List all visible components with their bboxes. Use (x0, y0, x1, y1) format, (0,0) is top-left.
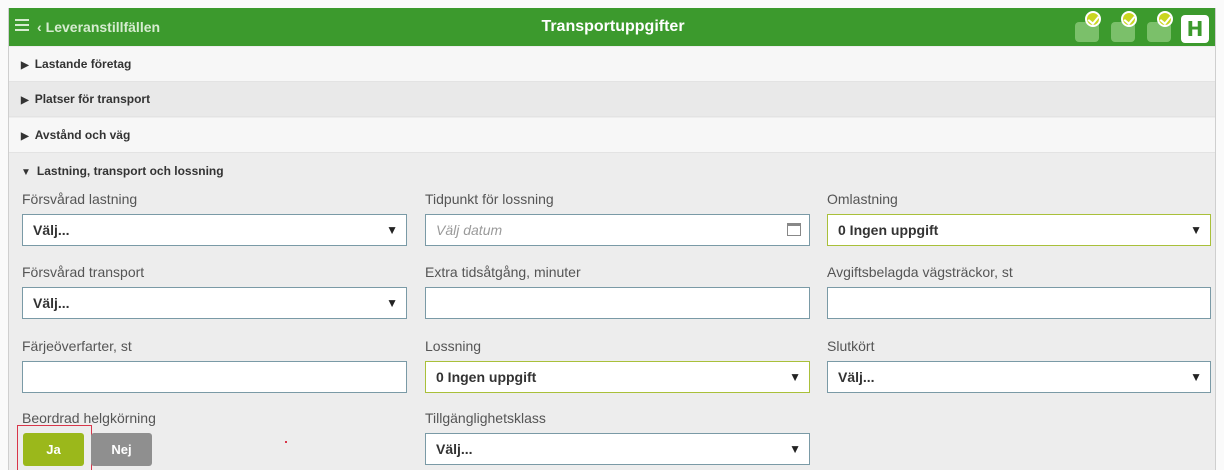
check-badge-icon (1121, 11, 1137, 27)
section-label: Lastning, transport och lossning (36, 164, 224, 178)
expand-arrow-icon: ▶ (21, 60, 29, 71)
lossning-select[interactable]: 0 Ingen uppgift ▼ (425, 361, 810, 393)
page-title: Transportuppgifter (541, 18, 685, 35)
calendar-icon[interactable] (787, 223, 801, 236)
h-icon-letter: H (1186, 17, 1204, 41)
slutkort-label: Slutkört (827, 338, 875, 354)
avgiftsbelagda-input[interactable] (828, 288, 1210, 318)
expand-arrow-icon: ▶ (21, 95, 29, 106)
document-icon[interactable] (1109, 11, 1139, 44)
app-window: ‹ Leveranstillfällen Transportuppgifter H… (8, 8, 1216, 470)
tillganglighetsklass-label: Tillgänglighetsklass (425, 410, 546, 426)
truck-icon[interactable] (1145, 11, 1175, 44)
nej-button[interactable]: Nej (91, 433, 152, 466)
collapse-arrow-icon: ▼ (21, 167, 31, 178)
eye-icon[interactable] (1073, 11, 1103, 44)
dropdown-arrow-icon: ▼ (386, 223, 398, 237)
beordrad-helgkorning-label: Beordrad helgkörning (22, 410, 156, 426)
forsvarad-lastning-select[interactable]: Välj... ▼ (22, 214, 407, 246)
section-lastande-foretag[interactable]: ▶ Lastande företag (9, 47, 1215, 82)
dropdown-arrow-icon: ▼ (1190, 223, 1202, 237)
forsvarad-transport-select[interactable]: Välj... ▼ (22, 287, 407, 319)
extra-tid-field[interactable] (425, 287, 810, 319)
top-bar: ‹ Leveranstillfällen Transportuppgifter H (9, 8, 1215, 46)
dropdown-arrow-icon: ▼ (789, 442, 801, 456)
tillganglighetsklass-select[interactable]: Välj... ▼ (425, 433, 810, 465)
dropdown-arrow-icon: ▼ (1190, 370, 1202, 384)
section-label: Lastande företag (34, 57, 132, 71)
section-platser-for-transport[interactable]: ▶ Platser för transport (9, 82, 1215, 117)
section-label: Platser för transport (34, 92, 151, 106)
ja-button[interactable]: Ja (23, 433, 84, 466)
section-label: Avstånd och väg (34, 128, 131, 142)
extra-tid-label: Extra tidsåtgång, minuter (425, 264, 581, 280)
dropdown-arrow-icon: ▼ (386, 296, 398, 310)
lossning-label: Lossning (425, 338, 482, 354)
tidpunkt-lossning-label: Tidpunkt för lossning (425, 191, 554, 207)
section-lastning-transport-lossning[interactable]: ▼ Lastning, transport och lossning (9, 154, 1215, 189)
farjeoverfarter-input[interactable] (23, 362, 406, 392)
avgiftsbelagda-label: Avgiftsbelagda vägsträckor, st (827, 264, 1013, 280)
section-avstand-och-vag[interactable]: ▶ Avstånd och väg (9, 118, 1215, 153)
farjeoverfarter-field[interactable] (22, 361, 407, 393)
farjeoverfarter-label: Färjeöverfarter, st (22, 338, 132, 354)
tidpunkt-lossning-date[interactable]: Välj datum (425, 214, 810, 246)
forsvarad-lastning-label: Försvårad lastning (22, 191, 138, 207)
header-icons: H (1073, 11, 1209, 44)
forsvarad-transport-label: Försvårad transport (22, 264, 145, 280)
expand-arrow-icon: ▶ (21, 131, 29, 142)
h-icon[interactable]: H (1181, 15, 1209, 43)
stray-dot (285, 441, 287, 443)
check-badge-icon (1085, 11, 1101, 27)
extra-tid-input[interactable] (426, 288, 809, 318)
omlastning-label: Omlastning (827, 191, 898, 207)
avgiftsbelagda-field[interactable] (827, 287, 1211, 319)
check-badge-icon (1157, 11, 1173, 27)
slutkort-select[interactable]: Välj... ▼ (827, 361, 1211, 393)
dropdown-arrow-icon: ▼ (789, 370, 801, 384)
omlastning-select[interactable]: 0 Ingen uppgift ▼ (827, 214, 1211, 246)
